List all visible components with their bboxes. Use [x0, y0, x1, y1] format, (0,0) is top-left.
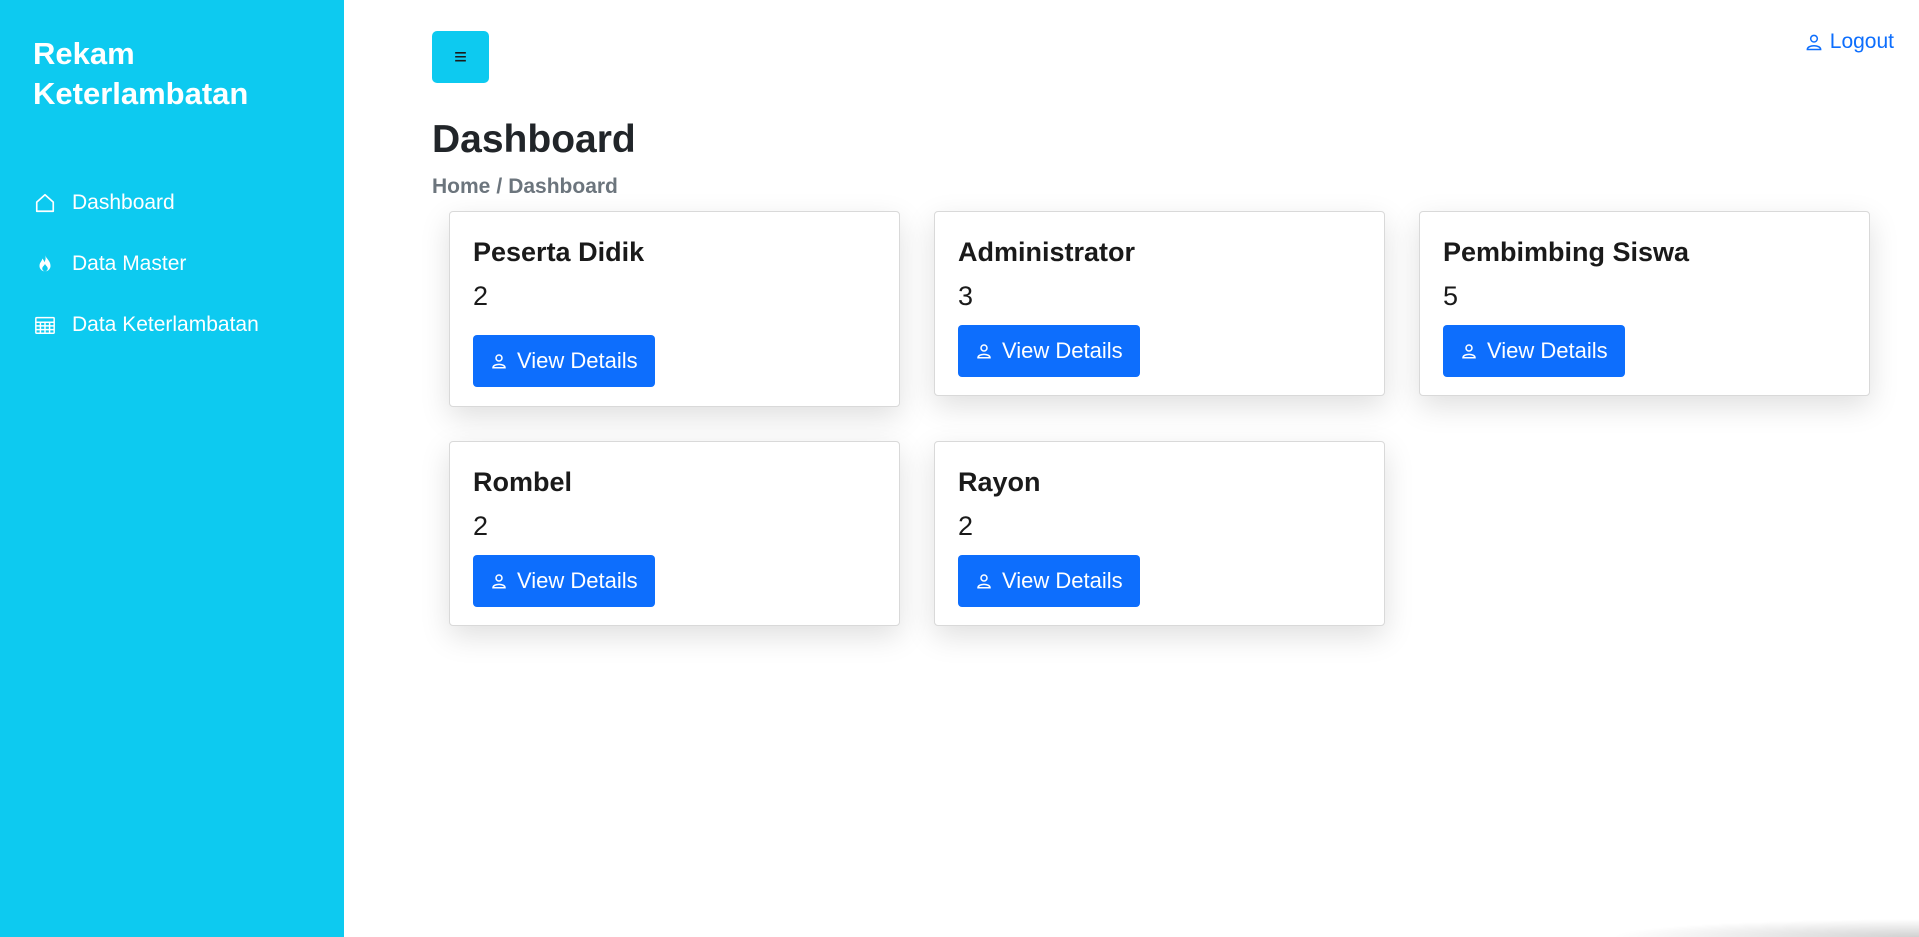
- card-pembimbing-siswa: Pembimbing Siswa 5 View Details: [1419, 211, 1870, 396]
- sidebar-item-data-keterlambatan[interactable]: Data Keterlambatan: [0, 294, 344, 355]
- sidebar-nav: Dashboard Data Master Data Keterlambatan: [0, 172, 344, 355]
- card-administrator: Administrator 3 View Details: [934, 211, 1385, 396]
- user-icon: [1806, 34, 1822, 51]
- home-icon: [33, 191, 57, 215]
- card-count: 2: [473, 511, 489, 541]
- logout-link[interactable]: Logout: [1804, 30, 1894, 54]
- button-label: View Details: [1002, 338, 1123, 363]
- sidebar: Rekam Keterlambatan Dashboard Data Maste…: [0, 0, 344, 937]
- page-title: Dashboard: [432, 118, 636, 161]
- view-details-button[interactable]: View Details: [958, 325, 1140, 377]
- user-icon: [977, 344, 991, 359]
- breadcrumb-home[interactable]: Home: [432, 175, 490, 198]
- sidebar-item-label: Data Master: [72, 251, 187, 275]
- view-details-button[interactable]: View Details: [473, 555, 655, 607]
- card-rombel: Rombel 2 View Details: [449, 441, 900, 626]
- button-label: View Details: [517, 568, 638, 593]
- sidebar-item-dashboard[interactable]: Dashboard: [0, 172, 344, 233]
- sidebar-item-label: Dashboard: [72, 190, 175, 214]
- card-title: Peserta Didik: [473, 237, 645, 267]
- sidebar-item-data-master[interactable]: Data Master: [0, 233, 344, 294]
- card-count: 2: [958, 511, 974, 541]
- fire-icon: [33, 252, 57, 276]
- user-icon: [492, 354, 506, 369]
- logout-label: Logout: [1829, 30, 1894, 53]
- user-icon: [977, 574, 991, 589]
- corner-shadow: [1609, 919, 1919, 937]
- card-title: Rayon: [958, 467, 1041, 497]
- menu-icon: ≡: [454, 44, 467, 69]
- sidebar-item-label: Data Keterlambatan: [72, 312, 259, 336]
- breadcrumb-separator: /: [496, 175, 503, 198]
- button-label: View Details: [1002, 568, 1123, 593]
- card-count: 2: [473, 281, 489, 311]
- sidebar-toggle-button[interactable]: ≡: [432, 31, 489, 83]
- breadcrumb-current: Dashboard: [508, 175, 618, 198]
- card-count: 5: [1443, 281, 1459, 311]
- card-count: 3: [958, 281, 974, 311]
- card-peserta-didik: Peserta Didik 2 View Details: [449, 211, 900, 407]
- brand-title[interactable]: Rekam Keterlambatan: [33, 34, 323, 114]
- card-rayon: Rayon 2 View Details: [934, 441, 1385, 626]
- view-details-button[interactable]: View Details: [1443, 325, 1625, 377]
- button-label: View Details: [1487, 338, 1608, 363]
- breadcrumb: Home / Dashboard: [432, 175, 618, 199]
- view-details-button[interactable]: View Details: [958, 555, 1140, 607]
- user-icon: [1462, 344, 1476, 359]
- card-title: Pembimbing Siswa: [1443, 237, 1690, 267]
- user-icon: [492, 574, 506, 589]
- card-title: Rombel: [473, 467, 573, 497]
- button-label: View Details: [517, 348, 638, 373]
- view-details-button[interactable]: View Details: [473, 335, 655, 387]
- card-title: Administrator: [958, 237, 1136, 267]
- calendar-icon: [33, 313, 57, 337]
